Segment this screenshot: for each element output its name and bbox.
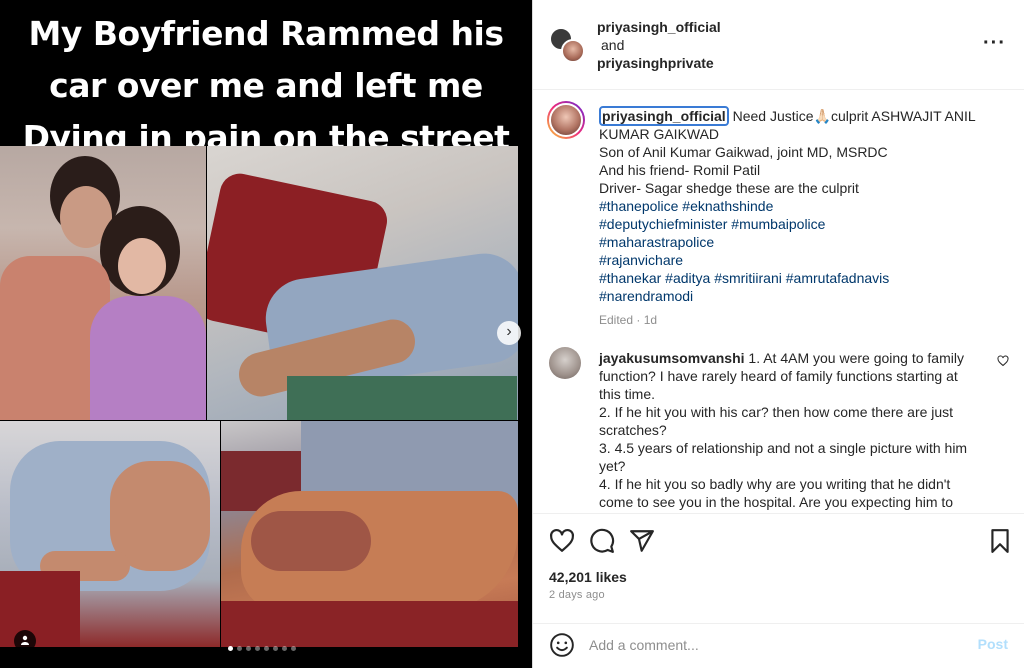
carousel-dot[interactable]	[237, 646, 242, 651]
carousel-dot[interactable]	[255, 646, 260, 651]
heart-icon[interactable]	[549, 528, 575, 554]
add-comment-bar: Post	[533, 623, 1024, 668]
caption-line: And his friend- Romil Patil	[599, 162, 761, 178]
carousel-dots	[228, 646, 296, 651]
chevron-right-icon[interactable]: ›	[497, 321, 521, 345]
comment-line: scratches?	[599, 422, 667, 438]
photo-wound-closeup	[221, 421, 518, 647]
post-media[interactable]: My Boyfriend Rammed his car over me and …	[0, 0, 532, 668]
post-comment-button[interactable]: Post	[978, 636, 1008, 652]
comment-icon[interactable]	[589, 528, 615, 554]
hashtag-link[interactable]: #deputychiefminister #mumbaipolice	[599, 215, 999, 233]
edited-timestamp: Edited · 1d	[599, 313, 658, 327]
carousel-dot[interactable]	[273, 646, 278, 651]
hashtag-link[interactable]: #maharastrapolice	[599, 233, 999, 251]
comment-line: this time.	[599, 386, 656, 402]
comment-line: come to see you in the hospital. Are you…	[599, 494, 954, 510]
hashtag-link[interactable]: #rajanvichare	[599, 251, 999, 269]
comment-text: jayakusumsomvanshi 1. At 4AM you were go…	[599, 349, 989, 511]
carousel-dot[interactable]	[228, 646, 233, 651]
comment-line: 3. 4.5 years of relationship and not a s…	[599, 440, 968, 456]
emoji-icon[interactable]	[549, 632, 575, 658]
comment-like-icon[interactable]	[997, 355, 1009, 367]
carousel-dot[interactable]	[264, 646, 269, 651]
caption-line: KUMAR GAIKWAD	[599, 126, 720, 142]
caption-line: Son of Anil Kumar Gaikwad, joint MD, MSR…	[599, 144, 888, 160]
share-icon[interactable]	[629, 528, 655, 554]
caption-line: Driver- Sagar shedge these are the culpr…	[599, 180, 859, 196]
conjunction-text: and	[601, 37, 625, 53]
comment-line: 1. At 4AM you were going to family	[748, 350, 964, 366]
collab-usernames: priyasingh_official and priyasinghprivat…	[597, 18, 721, 72]
headline-line: My Boyfriend Rammed his	[28, 14, 505, 53]
carousel-dot[interactable]	[246, 646, 251, 651]
comment-line: yet?	[599, 458, 626, 474]
avatar-stack[interactable]	[549, 27, 585, 63]
post-timestamp[interactable]: 2 days ago	[549, 589, 605, 601]
carousel-dot[interactable]	[282, 646, 287, 651]
hashtag-link[interactable]: #narendramodi	[599, 287, 999, 305]
caption-line: Need Justice🙏🏻culprit ASHWAJIT ANIL	[732, 108, 976, 124]
caption-username[interactable]: priyasingh_official	[599, 106, 729, 126]
hashtag-link[interactable]: #thanepolice #eknathshinde	[599, 197, 999, 215]
comment-input[interactable]	[589, 632, 969, 658]
hashtag-link[interactable]: #thanekar #aditya #smritiirani #amrutafa…	[599, 269, 999, 287]
comment-line: function? I have rarely heard of family …	[599, 368, 958, 384]
user-tag-icon[interactable]	[14, 630, 36, 652]
post-header: priyasingh_official and priyasinghprivat…	[533, 0, 1024, 90]
comment-username[interactable]: jayakusumsomvanshi	[599, 350, 745, 366]
headline-line: car over me and left me	[49, 66, 483, 105]
bookmark-icon[interactable]	[987, 528, 1013, 554]
more-horizontal-icon[interactable]: ···	[983, 32, 1006, 55]
photo-hospital-bed	[207, 146, 518, 420]
avatar[interactable]	[561, 39, 585, 63]
photo-bruised-arm	[0, 421, 220, 647]
comment-line: 2. If he hit you with his car? then how …	[599, 404, 954, 420]
avatar[interactable]	[547, 101, 585, 139]
username-link[interactable]: priyasinghprivate	[597, 54, 721, 72]
username-link[interactable]: priyasingh_official	[597, 18, 721, 36]
likes-count[interactable]: 42,201 likes	[549, 569, 627, 585]
media-headline: My Boyfriend Rammed his car over me and …	[0, 8, 532, 164]
avatar[interactable]	[549, 347, 581, 379]
caption-text: priyasingh_official Need Justice🙏🏻culpri…	[599, 106, 999, 329]
carousel-dot[interactable]	[291, 646, 296, 651]
photo-couple	[0, 146, 206, 420]
comment-line: 4. If he hit you so badly why are you wr…	[599, 476, 951, 492]
post-details-panel: priyasingh_official and priyasinghprivat…	[532, 0, 1024, 668]
comments-scroll-area[interactable]: priyasingh_official Need Justice🙏🏻culpri…	[533, 91, 1024, 512]
action-bar: 42,201 likes 2 days ago	[533, 513, 1024, 623]
